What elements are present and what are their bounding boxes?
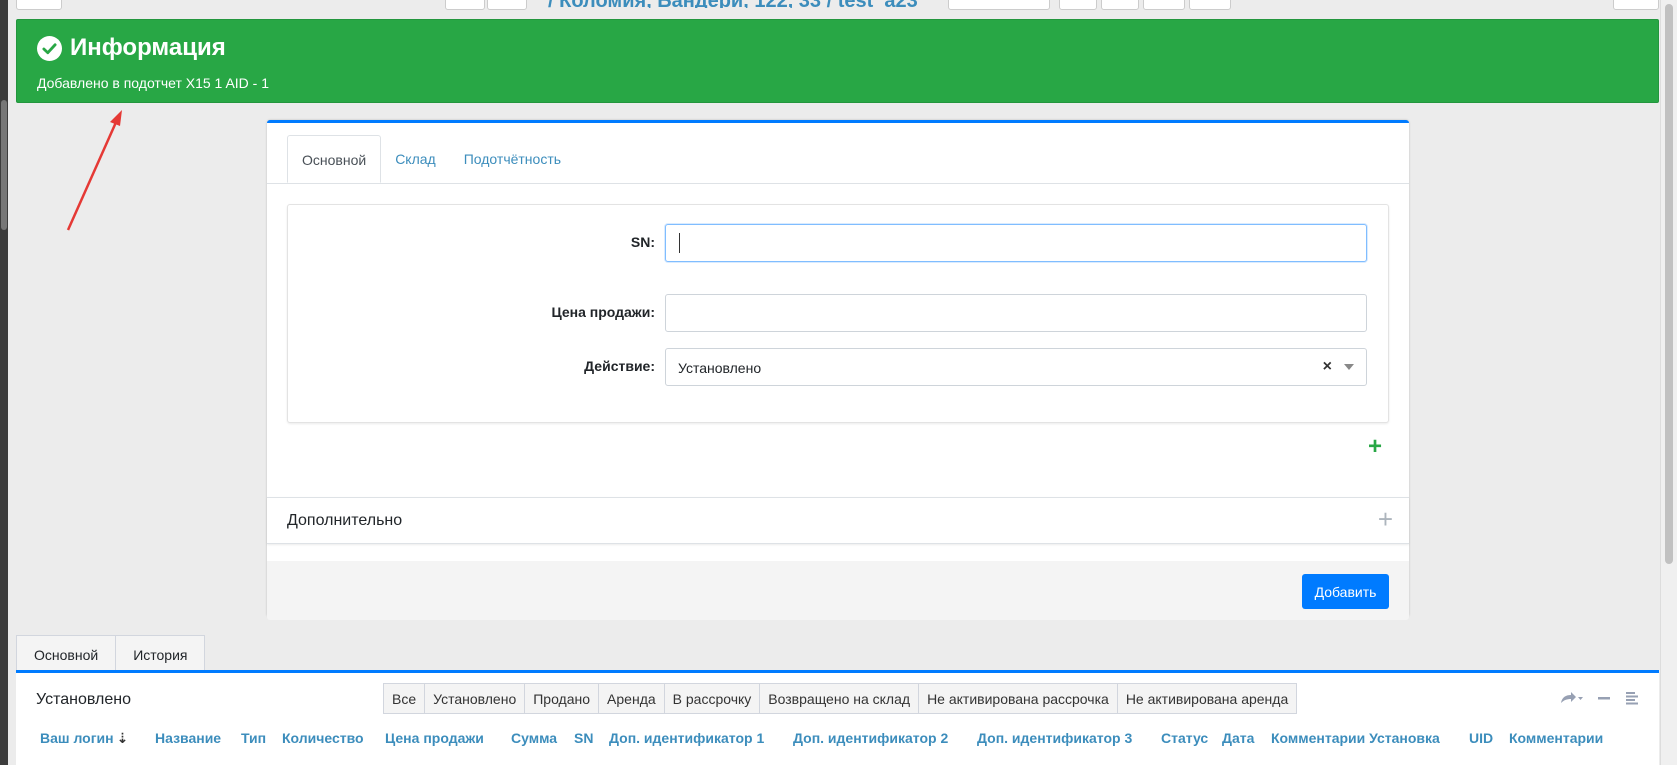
toolbar-button[interactable] bbox=[1059, 0, 1097, 10]
chevron-down-icon[interactable] bbox=[1344, 364, 1354, 370]
form-fields-panel: SN: Цена продажи: Действие: Установлено … bbox=[287, 204, 1389, 423]
toolbar-button[interactable] bbox=[1101, 0, 1139, 10]
table-header: Ваш логин ⇣ Название Тип Количество Цена … bbox=[40, 730, 1609, 747]
form-tabs: Основной Склад Подотчётность bbox=[287, 135, 575, 183]
top-toolbar: / Коломия, Бандери, 122, 33 / test_a23 bbox=[0, 0, 1677, 14]
sort-icon[interactable]: ⇣ bbox=[117, 730, 129, 747]
expand-plus-icon[interactable]: + bbox=[1378, 506, 1393, 532]
column-header[interactable]: Цена продажи bbox=[385, 730, 511, 747]
clear-selection-icon[interactable]: × bbox=[1323, 358, 1332, 376]
red-arrow-annotation bbox=[66, 110, 122, 231]
toolbar-button[interactable] bbox=[487, 0, 527, 10]
add-item-card: Основной Склад Подотчётность SN: Цена пр… bbox=[267, 120, 1409, 620]
column-header[interactable]: Тип bbox=[241, 730, 282, 747]
text-caret bbox=[679, 233, 680, 253]
add-row-plus-icon[interactable]: + bbox=[1368, 435, 1382, 459]
filter-installments[interactable]: В рассрочку bbox=[663, 683, 761, 714]
toolbar-button[interactable] bbox=[948, 0, 1050, 10]
action-select[interactable]: Установлено × bbox=[665, 348, 1367, 386]
installed-list-card: Установлено Все Установлено Продано Арен… bbox=[16, 670, 1659, 765]
minus-icon[interactable] bbox=[1597, 691, 1611, 710]
filter-installed[interactable]: Установлено bbox=[424, 683, 526, 714]
price-label: Цена продажи: bbox=[551, 304, 655, 320]
column-header[interactable]: SN bbox=[574, 730, 609, 747]
alert-title: Информация bbox=[37, 34, 226, 62]
filter-sold[interactable]: Продано bbox=[524, 683, 600, 714]
add-button[interactable]: Добавить bbox=[1302, 574, 1389, 609]
share-icon[interactable] bbox=[1559, 691, 1583, 710]
accordion-title: Дополнительно bbox=[287, 512, 403, 529]
sn-label: SN: bbox=[630, 234, 655, 250]
bottom-tabs: Основной История bbox=[16, 635, 206, 671]
alert-message: Добавлено в подотчет X15 1 AID - 1 bbox=[37, 75, 270, 91]
column-header[interactable]: Статус bbox=[1161, 730, 1222, 747]
column-header[interactable]: Доп. идентификатор 1 bbox=[609, 730, 793, 747]
filter-inactive-installments[interactable]: Не активирована рассрочка bbox=[918, 683, 1118, 714]
info-alert: Информация Добавлено в подотчет X15 1 AI… bbox=[16, 19, 1659, 103]
filter-all[interactable]: Все bbox=[383, 683, 426, 714]
column-header[interactable]: Количество bbox=[282, 730, 385, 747]
column-header[interactable]: Доп. идентификатор 2 bbox=[793, 730, 977, 747]
status-filters: Все Установлено Продано Аренда В рассроч… bbox=[383, 683, 1298, 714]
check-circle-icon bbox=[37, 35, 62, 61]
page-path-title[interactable]: / Коломия, Бандери, 122, 33 / test_a23 bbox=[548, 0, 918, 8]
filter-rent[interactable]: Аренда bbox=[598, 683, 665, 714]
additional-accordion[interactable]: Дополнительно + bbox=[267, 497, 1409, 544]
alert-title-text: Информация bbox=[70, 34, 226, 61]
column-header[interactable]: Дата bbox=[1222, 730, 1271, 747]
column-header[interactable]: Название bbox=[155, 730, 241, 747]
toolbar-button[interactable] bbox=[1143, 0, 1185, 10]
tab-accountability[interactable]: Подотчётность bbox=[450, 135, 575, 183]
filter-inactive-rent[interactable]: Не активирована аренда bbox=[1116, 683, 1298, 714]
card-footer: Добавить bbox=[267, 561, 1409, 620]
tabs-divider bbox=[267, 183, 1409, 184]
left-scroll-thumb[interactable] bbox=[1, 100, 7, 230]
column-header[interactable]: Доп. идентификатор 3 bbox=[977, 730, 1161, 747]
sale-price-input[interactable] bbox=[665, 294, 1367, 332]
column-header[interactable]: Ваш логин ⇣ bbox=[40, 730, 155, 747]
tab-main[interactable]: Основной bbox=[287, 135, 382, 183]
filter-returned[interactable]: Возвращено на склад bbox=[759, 683, 920, 714]
toolbar-button[interactable] bbox=[1613, 0, 1659, 10]
toolbar-button[interactable] bbox=[16, 0, 62, 10]
columns-icon[interactable] bbox=[1625, 691, 1639, 710]
column-header[interactable]: UID bbox=[1469, 730, 1509, 747]
column-header[interactable]: Комментарии Установка bbox=[1271, 730, 1469, 747]
tab-warehouse[interactable]: Склад bbox=[381, 135, 450, 183]
scrollbar-thumb[interactable] bbox=[1665, 4, 1673, 564]
column-header[interactable]: Сумма bbox=[511, 730, 574, 747]
column-header[interactable]: Комментарии bbox=[1509, 730, 1609, 747]
sn-input[interactable] bbox=[665, 224, 1367, 262]
action-label: Действие: bbox=[584, 358, 655, 374]
toolbar-button[interactable] bbox=[1189, 0, 1231, 10]
list-tools bbox=[1559, 691, 1639, 710]
page-scrollbar[interactable] bbox=[1660, 0, 1677, 765]
left-scroll-edge bbox=[0, 0, 8, 765]
tab-history[interactable]: История bbox=[115, 635, 206, 671]
toolbar-button[interactable] bbox=[445, 0, 485, 10]
list-title: Установлено bbox=[36, 691, 131, 708]
action-selected-value: Установлено bbox=[678, 360, 762, 376]
tab-bottom-main[interactable]: Основной bbox=[16, 635, 117, 671]
